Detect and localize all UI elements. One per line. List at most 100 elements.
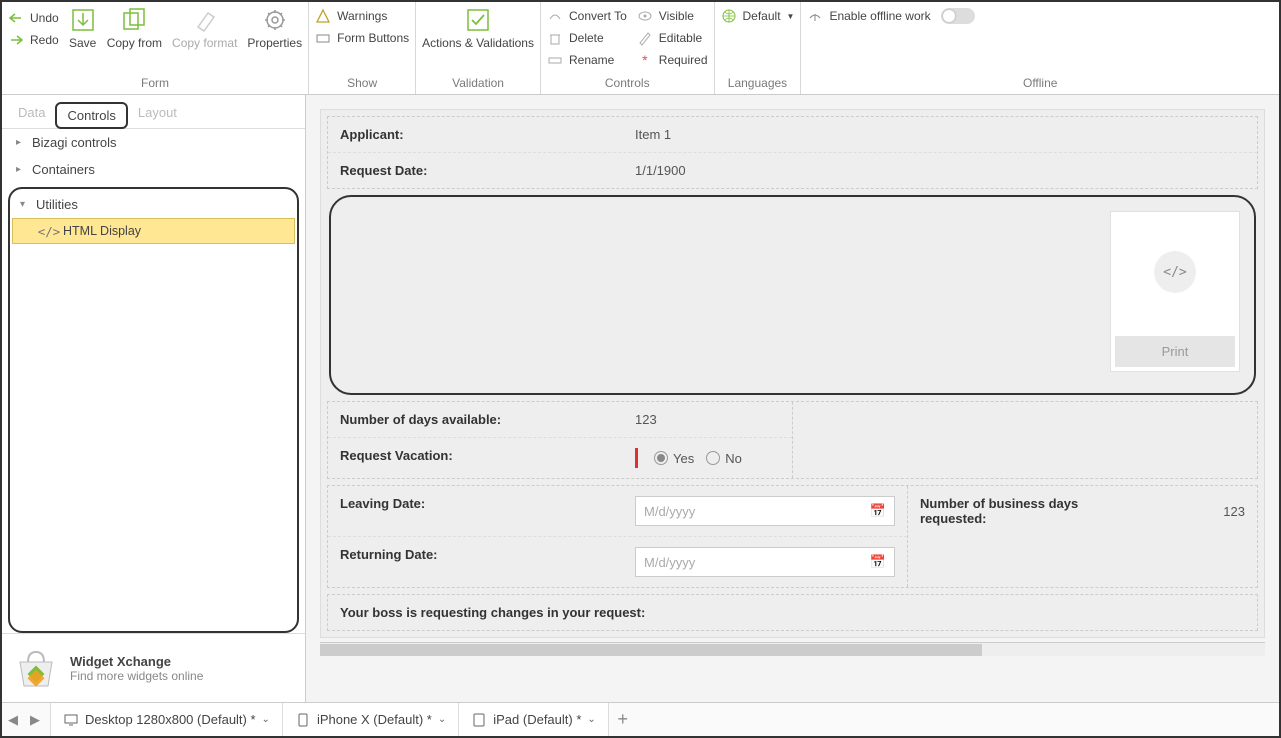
actions-validations-button[interactable]: Actions & Validations [422,6,534,50]
request-vacation-label: Request Vacation: [328,438,623,478]
delete-label: Delete [569,31,604,45]
request-date-value: 1/1/1900 [623,153,1257,188]
radio-no[interactable]: No [706,451,742,466]
device-tab-desktop-label: Desktop 1280x800 (Default) * [85,712,256,727]
delete-button[interactable]: Delete [547,28,627,48]
convert-to-button[interactable]: Convert To [547,6,627,26]
code-icon: </> [41,223,57,239]
check-icon [464,6,492,34]
form-card: Applicant:Item 1 Request Date:1/1/1900 <… [320,109,1265,638]
left-panel: Data Controls Layout ▸Bizagi controls ▸C… [2,95,306,702]
undo-button[interactable]: Undo [8,8,59,28]
enable-offline-label: Enable offline work [829,9,930,23]
rename-button[interactable]: Rename [547,50,627,70]
warnings-button[interactable]: Warnings [315,6,409,26]
tree-html-display[interactable]: </> HTML Display [12,218,295,244]
editable-label: Editable [659,31,702,45]
section-boss: Your boss is requesting changes in your … [327,594,1258,631]
editable-button[interactable]: Editable [637,28,708,48]
actions-validations-label: Actions & Validations [422,36,534,50]
group-controls-label: Controls [547,76,708,92]
leaving-date-input[interactable]: M/d/yyyy📅 [635,496,895,526]
ribbon: Undo Redo Save Copy from Copy format Pro… [2,2,1279,95]
chevron-down-icon[interactable]: ⌄ [438,714,446,725]
trash-icon [547,30,563,46]
form-canvas[interactable]: Applicant:Item 1 Request Date:1/1/1900 <… [306,95,1279,702]
copy-from-button[interactable]: Copy from [107,6,162,50]
add-device-tab-button[interactable]: + [609,709,637,730]
returning-date-input[interactable]: M/d/yyyy📅 [635,547,895,577]
main-area: Data Controls Layout ▸Bizagi controls ▸C… [2,95,1279,702]
chevron-down-icon[interactable]: ⌄ [262,714,270,725]
radio-yes-label: Yes [673,451,694,466]
required-indicator [635,448,638,468]
desktop-icon [63,712,79,728]
form-buttons-icon [315,30,331,46]
ribbon-group-languages: Default▼ Languages [715,2,802,94]
required-button[interactable]: * Required [637,50,708,70]
tree-utilities-box: ▾Utilities </> HTML Display [8,187,299,633]
tab-layout[interactable]: Layout [128,101,187,128]
applicant-label: Applicant: [328,117,623,152]
tree-utilities[interactable]: ▾Utilities [10,195,297,218]
tree-bizagi-controls-label: Bizagi controls [32,135,117,150]
nav-next-button[interactable]: ▶ [24,712,46,728]
widget-xchange-title: Widget Xchange [70,654,203,669]
copy-from-label: Copy from [107,36,162,50]
device-tab-iphone-label: iPhone X (Default) * [317,712,432,727]
print-button[interactable]: Print [1115,336,1235,367]
tab-data[interactable]: Data [8,101,55,128]
required-label: Required [659,53,708,67]
radio-yes[interactable]: Yes [654,451,694,466]
device-tab-desktop[interactable]: Desktop 1280x800 (Default) * ⌄ [50,703,283,736]
visible-button[interactable]: Visible [637,6,708,26]
radio-no-label: No [725,451,742,466]
asterisk-icon: * [637,52,653,68]
device-tab-iphone[interactable]: iPhone X (Default) * ⌄ [283,703,459,736]
form-buttons-button[interactable]: Form Buttons [315,28,409,48]
copy-format-icon [191,6,219,34]
convert-to-label: Convert To [569,9,627,23]
group-validation-label: Validation [422,76,534,92]
ribbon-group-controls: Convert To Delete Rename Visible Editabl… [541,2,715,94]
copy-format-button[interactable]: Copy format [172,6,237,50]
code-icon: </> [1154,251,1196,293]
copy-from-icon [120,6,148,34]
language-default-label: Default [743,9,781,23]
left-tabs: Data Controls Layout [2,95,305,129]
device-tab-ipad[interactable]: iPad (Default) *⌄ [459,703,609,736]
chevron-right-icon: ▸ [16,164,26,175]
chevron-down-icon[interactable]: ⌄ [587,714,595,725]
redo-label: Redo [30,33,59,47]
boss-changes-label: Your boss is requesting changes in your … [328,595,657,630]
tree-bizagi-controls[interactable]: ▸Bizagi controls [6,129,301,156]
tab-controls[interactable]: Controls [55,102,127,129]
tablet-icon [471,712,487,728]
save-button[interactable]: Save [69,6,97,50]
properties-button[interactable]: Properties [247,6,302,50]
horizontal-scrollbar[interactable] [320,642,1265,656]
save-label: Save [69,36,96,50]
leaving-date-placeholder: M/d/yyyy [644,504,695,519]
gear-icon [261,6,289,34]
widget-xchange[interactable]: Widget Xchange Find more widgets online [2,633,305,702]
redo-button[interactable]: Redo [8,30,59,50]
scrollbar-thumb[interactable] [320,644,982,656]
group-languages-label: Languages [721,76,795,92]
biz-days-value: 123 [1158,486,1257,536]
tree-containers[interactable]: ▸Containers [6,156,301,183]
chevron-down-icon: ▾ [20,199,30,210]
enable-offline-button[interactable]: Enable offline work [807,6,974,26]
html-display-dropzone[interactable]: </> Print [329,195,1256,395]
leaving-date-label: Leaving Date: [328,486,623,536]
warnings-label: Warnings [337,9,387,23]
offline-toggle[interactable] [941,8,975,24]
tree-html-display-label: HTML Display [63,224,141,238]
warning-icon [315,8,331,24]
language-default-button[interactable]: Default▼ [721,6,795,26]
days-available-label: Number of days available: [328,402,623,437]
ribbon-group-show: Warnings Form Buttons Show [309,2,416,94]
section-days: Number of days available:123 Request Vac… [327,401,1258,479]
nav-prev-button[interactable]: ◀ [2,712,24,728]
form-buttons-label: Form Buttons [337,31,409,45]
